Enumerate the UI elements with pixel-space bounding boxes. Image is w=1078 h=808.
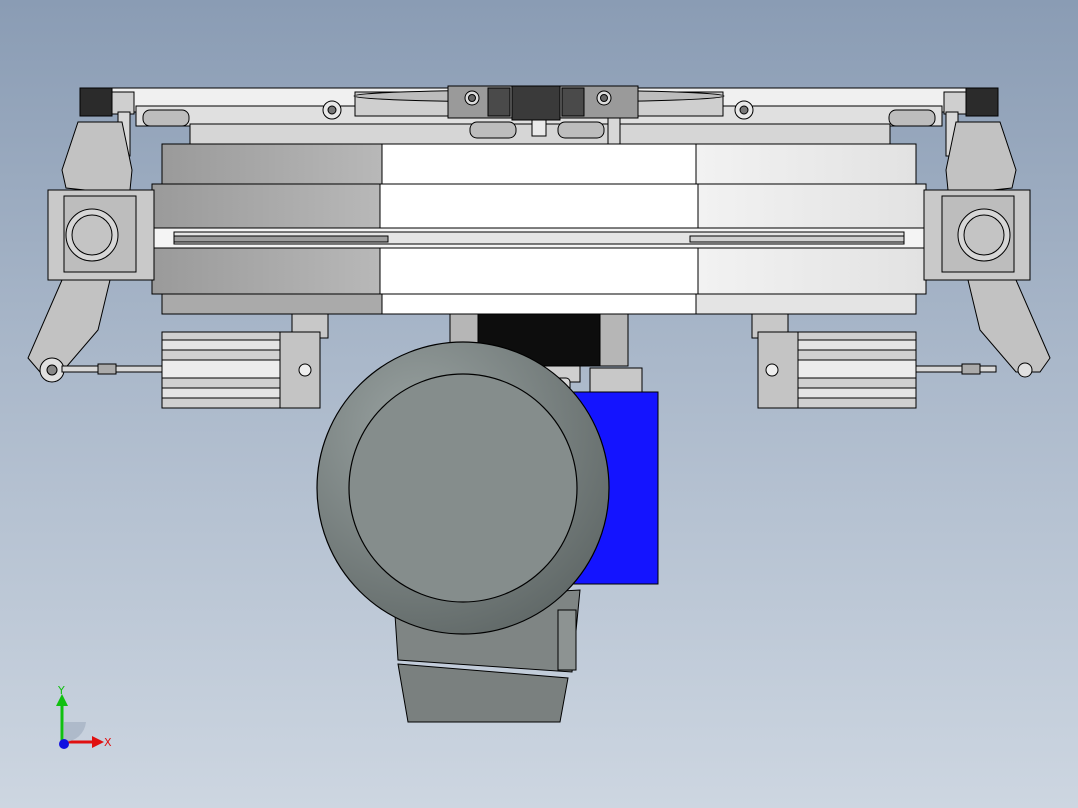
y-axis-label: Y [57, 684, 65, 697]
x-axis-label: X [104, 736, 112, 749]
right-cylinder [751, 313, 917, 409]
drive-wheel [316, 341, 610, 635]
z-axis-dot [59, 739, 69, 749]
left-cylinder [161, 313, 329, 409]
axis-triad: Y X [56, 684, 112, 749]
left-linkage [27, 121, 163, 383]
main-housing [151, 143, 927, 315]
right-linkage [915, 121, 1051, 378]
cad-viewport[interactable]: Y X [0, 0, 1078, 808]
model-graphics[interactable]: Y X [0, 0, 1078, 808]
